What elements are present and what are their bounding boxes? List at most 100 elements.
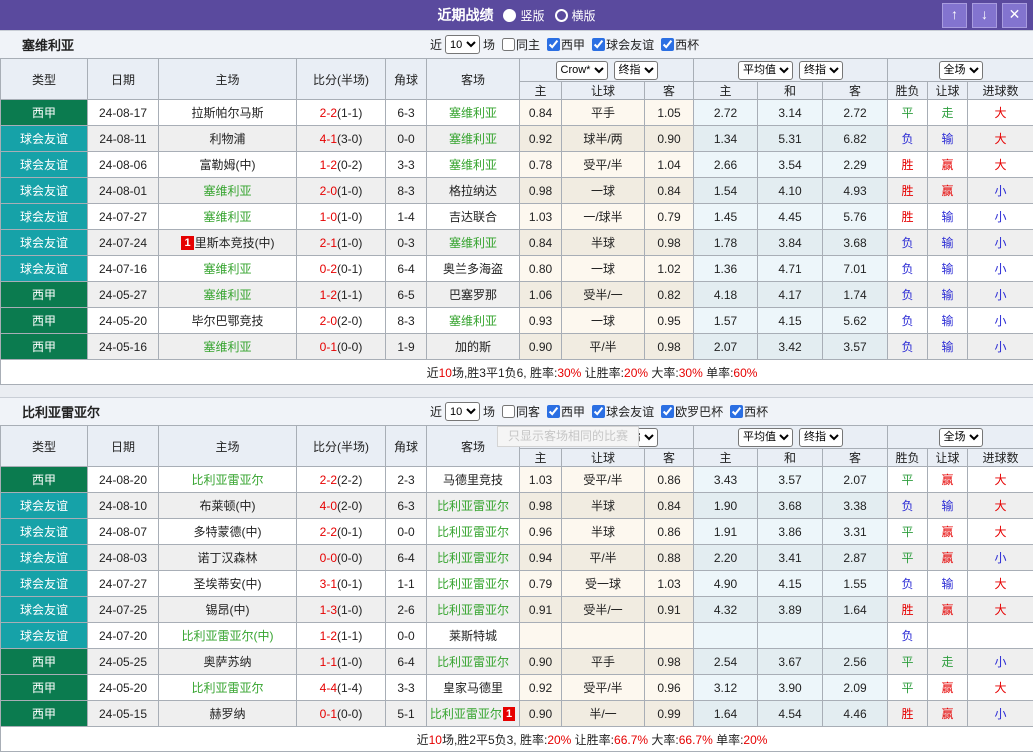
league-checkbox[interactable] [592, 405, 605, 418]
summary-text: 单率: [713, 733, 744, 747]
team-name: 利物浦 [209, 132, 245, 146]
home-team: 毕尔巴鄂竞技 [159, 308, 297, 334]
team-name: 奥兰多海盗 [443, 262, 503, 276]
match-row: 西甲24-05-20比利亚雷亚尔4-4(1-4)3-3皇家马德里0.92受平/半… [1, 675, 1033, 701]
result-goals: 大 [968, 519, 1033, 545]
same-venue-checkbox[interactable] [502, 405, 515, 418]
odds-source-select[interactable]: Crow* [556, 61, 608, 80]
europe-odds-group-header: 平均值 终指 [694, 426, 888, 449]
match-score: 1-2(1-1) [297, 623, 386, 649]
league-checkbox[interactable] [730, 405, 743, 418]
europe-draw-odds: 4.45 [758, 204, 823, 230]
halftime-score: (0-1) [337, 262, 362, 276]
match-date: 24-08-11 [88, 126, 159, 152]
scope-select[interactable]: 全场 [939, 61, 983, 80]
layout-radio-horizontal[interactable]: 横版 [555, 7, 596, 24]
handicap-line: 平/半 [562, 334, 645, 360]
league-checkbox[interactable] [661, 38, 674, 51]
league-badge: 球会友谊 [1, 493, 88, 519]
handicap-line: 一球 [562, 178, 645, 204]
halftime-score: (0-1) [337, 577, 362, 591]
league-checkbox[interactable] [547, 38, 560, 51]
result-handicap [928, 623, 968, 649]
final-index-select-2[interactable]: 终指 [799, 61, 843, 80]
average-select[interactable]: 平均值 [738, 428, 793, 447]
handicap-home-odds: 0.98 [520, 178, 562, 204]
summary-text: 单率: [703, 366, 734, 380]
summary-text: 20% [547, 733, 571, 747]
subcolumn-header: 胜负 [888, 449, 928, 467]
match-count-select[interactable]: 10 [445, 402, 480, 421]
handicap-line: 半球 [562, 519, 645, 545]
team-name: 马德里竞技 [443, 473, 503, 487]
subcolumn-header: 进球数 [968, 82, 1033, 100]
away-team: 塞维利亚 [427, 230, 520, 256]
fulltime-score: 1-3 [320, 603, 337, 617]
result-wdl: 胜 [888, 152, 928, 178]
fulltime-score: 2-2 [320, 106, 337, 120]
final-index-select-2[interactable]: 终指 [799, 428, 843, 447]
match-score: 2-2(1-1) [297, 100, 386, 126]
halftime-score: (1-0) [337, 236, 362, 250]
league-badge: 西甲 [1, 334, 88, 360]
away-team: 莱斯特城 [427, 623, 520, 649]
league-badge: 球会友谊 [1, 623, 88, 649]
final-index-select[interactable]: 终指 [614, 61, 658, 80]
league-label: 球会友谊 [606, 38, 654, 52]
fulltime-score: 2-0 [320, 184, 337, 198]
layout-radio-vertical[interactable]: 竖版 [503, 7, 544, 24]
result-goals: 小 [968, 545, 1033, 571]
halftime-score: (1-0) [337, 603, 362, 617]
team-name: 塞维利亚 [449, 158, 497, 172]
handicap-home-odds: 0.90 [520, 701, 562, 727]
match-date: 24-08-03 [88, 545, 159, 571]
europe-away-odds: 6.82 [823, 126, 888, 152]
average-select[interactable]: 平均值 [738, 61, 793, 80]
corner-score: 5-1 [386, 701, 427, 727]
halftime-score: (0-1) [337, 525, 362, 539]
home-team: 圣埃蒂安(中) [159, 571, 297, 597]
result-handicap: 赢 [928, 545, 968, 571]
europe-home-odds: 1.78 [694, 230, 758, 256]
same-away-tooltip: 只显示客场相同的比赛 [497, 426, 639, 447]
radio-unselected-icon [555, 9, 568, 22]
europe-home-odds: 4.90 [694, 571, 758, 597]
close-button[interactable]: ✕ [1002, 3, 1027, 28]
team-name: 比利亚雷亚尔 [437, 655, 509, 669]
team-name: 赫罗纳 [209, 707, 245, 721]
league-badge: 西甲 [1, 467, 88, 493]
away-team: 塞维利亚 [427, 100, 520, 126]
handicap-home-odds: 1.03 [520, 467, 562, 493]
move-down-button[interactable]: ↓ [972, 3, 997, 28]
league-badge: 西甲 [1, 675, 88, 701]
league-checkbox[interactable] [592, 38, 605, 51]
league-badge: 球会友谊 [1, 571, 88, 597]
league-badge: 球会友谊 [1, 152, 88, 178]
subcolumn-header: 主 [520, 449, 562, 467]
league-filter: 西甲 [540, 38, 585, 52]
halftime-score: (0-2) [337, 158, 362, 172]
away-team: 加的斯 [427, 334, 520, 360]
corner-score: 1-1 [386, 571, 427, 597]
match-count-select[interactable]: 10 [445, 35, 480, 54]
handicap-home-odds: 0.80 [520, 256, 562, 282]
arrow-down-icon: ↓ [981, 6, 988, 22]
home-team: 比利亚雷亚尔(中) [159, 623, 297, 649]
scope-select[interactable]: 全场 [939, 428, 983, 447]
league-badge: 球会友谊 [1, 545, 88, 571]
move-up-button[interactable]: ↑ [942, 3, 967, 28]
league-checkbox[interactable] [547, 405, 560, 418]
league-checkbox[interactable] [661, 405, 674, 418]
subcolumn-header: 和 [758, 449, 823, 467]
result-handicap: 赢 [928, 701, 968, 727]
away-team: 比利亚雷亚尔 [427, 493, 520, 519]
same-venue-checkbox[interactable] [502, 38, 515, 51]
europe-home-odds: 1.90 [694, 493, 758, 519]
corner-score: 8-3 [386, 308, 427, 334]
radio-selected-icon [503, 9, 516, 22]
match-row: 球会友谊24-07-25锡昂(中)1-3(1-0)2-6比利亚雷亚尔0.91受半… [1, 597, 1033, 623]
match-row: 球会友谊24-07-16塞维利亚0-2(0-1)6-4奥兰多海盗0.80一球1.… [1, 256, 1033, 282]
handicap-home-odds: 0.79 [520, 571, 562, 597]
fulltime-score: 1-2 [320, 629, 337, 643]
result-goals: 大 [968, 675, 1033, 701]
